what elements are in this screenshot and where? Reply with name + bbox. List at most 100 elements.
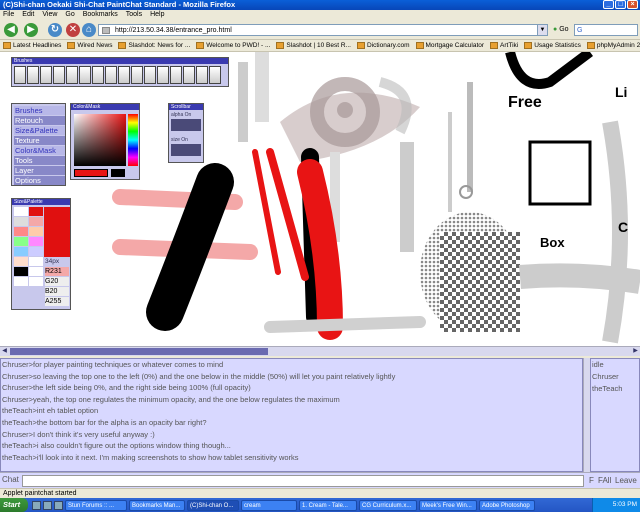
scrollbar-palette[interactable]: Scrollbar alpha On size On [168, 103, 204, 163]
menu-layer[interactable]: Layer [14, 166, 65, 175]
brush-tool-smudge[interactable] [144, 66, 156, 84]
menu-tools[interactable]: Tools [14, 156, 65, 165]
bookmark-item[interactable]: Mortgage Calculator [415, 40, 484, 51]
color-swatch[interactable] [29, 277, 43, 286]
menu-color-mask[interactable]: Color&Mask [14, 146, 65, 155]
maximize-button[interactable]: □ [615, 0, 626, 9]
bookmark-item[interactable]: ArtTiki [490, 40, 518, 51]
menu-help[interactable]: Help [150, 10, 164, 20]
color-swatch[interactable] [29, 227, 43, 236]
bookmark-item[interactable]: Wired News [67, 40, 112, 51]
fall-button[interactable]: FAll [598, 475, 611, 487]
menu-go[interactable]: Go [65, 10, 74, 20]
color-swatch[interactable] [14, 237, 28, 246]
color-swatch[interactable] [14, 227, 28, 236]
brush-tool-blur[interactable] [131, 66, 143, 84]
color-swatch[interactable] [29, 267, 43, 276]
f-button[interactable]: F [589, 475, 594, 487]
hue-slider[interactable] [128, 114, 138, 166]
brush-tool-fill[interactable] [157, 66, 169, 84]
color-swatch[interactable] [29, 237, 43, 246]
forward-button[interactable]: ▶ [24, 23, 38, 37]
home-button[interactable]: ⌂ [82, 23, 96, 37]
user-item[interactable]: theTeach [591, 383, 639, 395]
canvas-horizontal-scrollbar[interactable]: ◀ ▶ [0, 346, 640, 356]
menu-texture[interactable]: Texture [14, 136, 65, 145]
menu-edit[interactable]: Edit [22, 10, 34, 20]
task-cream[interactable]: cream [241, 499, 297, 511]
task-photoshop[interactable]: Adobe Photoshop [479, 499, 535, 511]
color-mask-palette[interactable]: Color&Mask [70, 103, 140, 180]
menu-options[interactable]: Options [14, 176, 65, 185]
start-button[interactable]: Start [0, 498, 28, 512]
bookmark-item[interactable]: Welcome to PWD! - ... [196, 40, 270, 51]
brush-tool-select[interactable] [196, 66, 208, 84]
color-swatch[interactable] [14, 257, 28, 266]
menu-tools[interactable]: Tools [126, 10, 142, 20]
menu-retouch[interactable]: Retouch [14, 116, 65, 125]
search-input[interactable]: G [574, 24, 638, 36]
menu-brushes[interactable]: Brushes [14, 106, 65, 115]
brush-tool-white[interactable] [79, 66, 91, 84]
browser-icon[interactable] [43, 500, 52, 510]
paint-canvas[interactable]: Free Box Li C [0, 52, 640, 346]
brushes-palette[interactable]: Brushes [11, 57, 229, 87]
menu-bookmarks[interactable]: Bookmarks [83, 10, 118, 20]
chat-input[interactable] [22, 475, 584, 487]
brush-tool-line[interactable] [209, 66, 221, 84]
close-button[interactable]: × [627, 0, 638, 9]
reload-button[interactable]: ↻ [48, 23, 62, 37]
rgba-r[interactable]: R231 [45, 267, 69, 276]
url-bar[interactable]: http://213.50.34.38/entrance_pro.html ▼ [98, 24, 548, 36]
scroll-thumb[interactable] [10, 348, 268, 355]
media-icon[interactable] [54, 500, 63, 510]
brush-tool-mask[interactable] [170, 66, 182, 84]
color-swatch[interactable] [29, 207, 43, 216]
task-bookmarks[interactable]: Bookmarks Man... [129, 499, 185, 511]
back-button[interactable]: ◀ [4, 23, 18, 37]
brush-tool-marker[interactable] [40, 66, 52, 84]
alpha-slider[interactable] [171, 119, 201, 131]
go-button[interactable]: ● Go [553, 24, 569, 36]
brush-tool-water[interactable] [66, 66, 78, 84]
bookmark-item[interactable]: phpMyAdmin 2.4.0 [586, 40, 640, 51]
brush-tool-eraser[interactable] [92, 66, 104, 84]
rgba-g[interactable]: G20 [45, 277, 69, 286]
url-dropdown-icon[interactable]: ▼ [537, 25, 547, 35]
brush-tool-burn[interactable] [118, 66, 130, 84]
bookmark-item[interactable]: Slashdot | 10 Best R... [276, 40, 351, 51]
chat-scrollbar[interactable] [583, 358, 590, 472]
brush-tool-dodge[interactable] [105, 66, 117, 84]
brush-tool-airbrush[interactable] [53, 66, 65, 84]
color-swatch[interactable] [14, 267, 28, 276]
brush-tool-pencil[interactable] [27, 66, 39, 84]
color-swatch[interactable] [14, 207, 28, 216]
rgba-a[interactable]: A255 [45, 297, 69, 306]
color-swatch[interactable] [14, 217, 28, 226]
size-palette[interactable]: Size&Palette 34px R231 G20 B20 A255 [11, 198, 71, 310]
task-stun-forums[interactable]: Stun Forums :: ... [65, 499, 127, 511]
task-shi-chan[interactable]: (C)Shi-chan O... [187, 499, 239, 511]
brush-tool-text[interactable] [183, 66, 195, 84]
color-swatch[interactable] [14, 247, 28, 256]
color-swatch[interactable] [29, 247, 43, 256]
bookmark-item[interactable]: Usage Statistics [524, 40, 581, 51]
size-slider[interactable] [171, 144, 201, 156]
task-cg-curriculum[interactable]: CG Curriculum.x... [359, 499, 417, 511]
task-cream-tale[interactable]: 1. Cream - Tale... [299, 499, 357, 511]
color-swatch[interactable] [14, 277, 28, 286]
scroll-left-icon[interactable]: ◀ [0, 347, 9, 356]
rgba-b[interactable]: B20 [45, 287, 69, 296]
color-swatch[interactable] [29, 217, 43, 226]
bookmark-item[interactable]: Slashdot: News for ... [118, 40, 190, 51]
user-item[interactable]: idle [591, 359, 639, 371]
bookmark-item[interactable]: Dictionary.com [356, 40, 410, 51]
minimize-button[interactable]: _ [603, 0, 614, 9]
bookmark-item[interactable]: Latest Headlines [3, 40, 61, 51]
show-desktop-icon[interactable] [32, 500, 41, 510]
color-swatch[interactable] [29, 257, 43, 266]
brush-tool-pen[interactable] [14, 66, 26, 84]
scroll-right-icon[interactable]: ▶ [631, 347, 640, 356]
leave-button[interactable]: Leave [615, 475, 637, 487]
menu-file[interactable]: File [3, 10, 14, 20]
